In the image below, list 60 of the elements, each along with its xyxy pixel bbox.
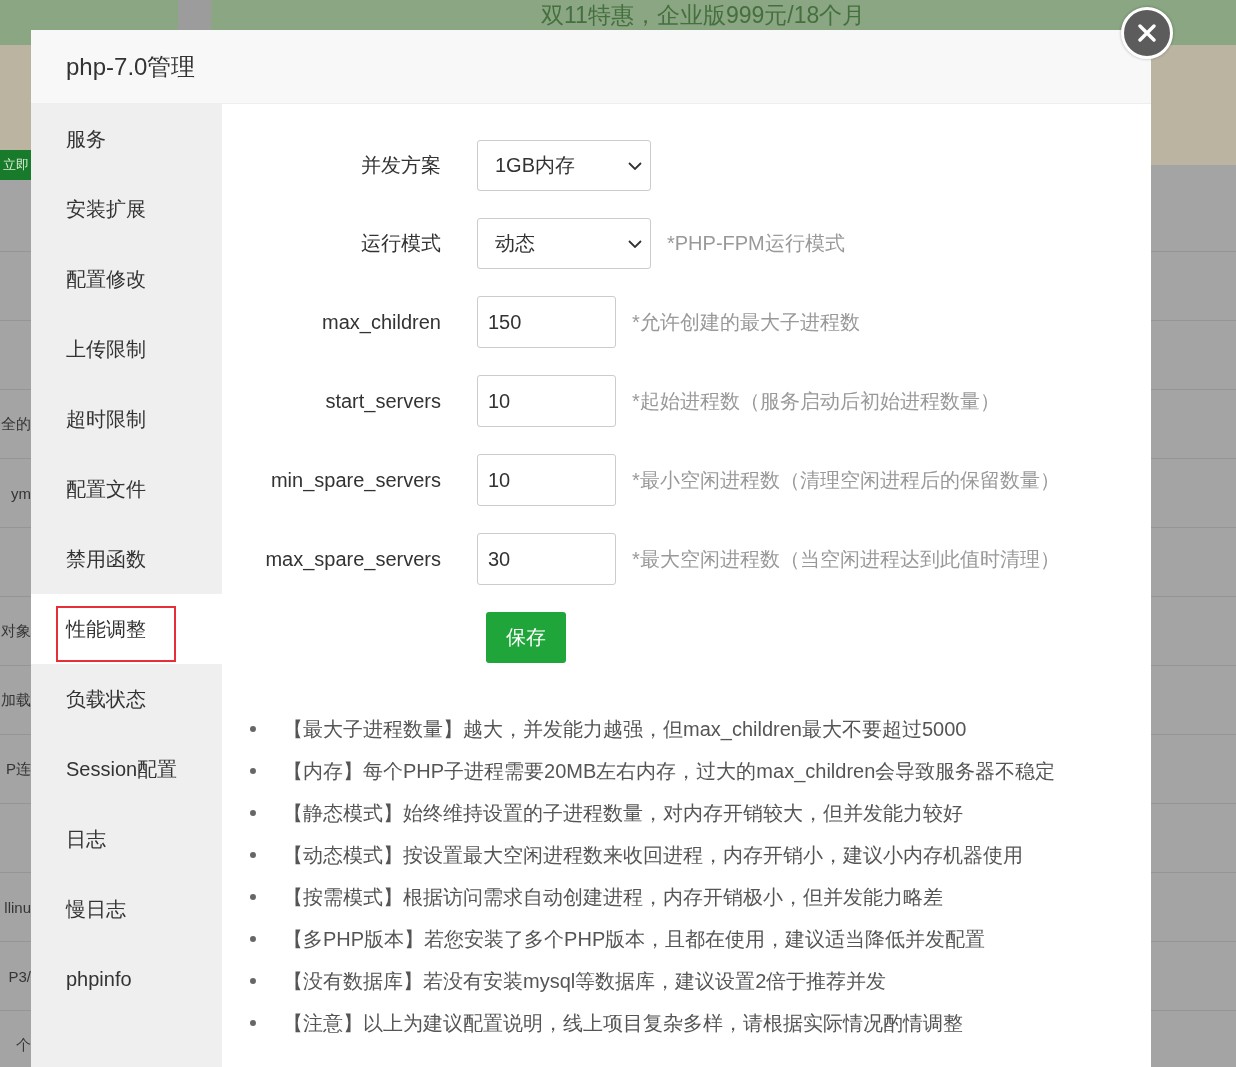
- bullet-icon: [250, 726, 256, 732]
- sidebar-item[interactable]: 配置修改: [31, 244, 222, 314]
- table-cell: 全的: [0, 414, 31, 434]
- bullet-icon: [250, 810, 256, 816]
- note-text: 【动态模式】按设置最大空闲进程数来收回进程，内存开销小，建议小内存机器使用: [283, 842, 1023, 868]
- bullet-icon: [250, 978, 256, 984]
- note-text: 【静态模式】始终维持设置的子进程数量，对内存开销较大，但并发能力较好: [283, 800, 963, 826]
- sidebar-item[interactable]: 上传限制: [31, 314, 222, 384]
- table-cell: 加载: [0, 690, 31, 710]
- sidebar-item[interactable]: 慢日志: [31, 874, 222, 944]
- field-label: max_children: [321, 310, 441, 334]
- bullet-icon: [250, 894, 256, 900]
- chevron-down-icon: [628, 161, 642, 170]
- field-hint: *起始进程数（服务启动后初始进程数量）: [632, 388, 1000, 414]
- sidebar-item[interactable]: 服务: [31, 104, 222, 174]
- field-hint: *最大空闲进程数（当空闲进程达到此值时清理）: [632, 546, 1060, 572]
- sidebar-item[interactable]: 负载状态: [31, 664, 222, 734]
- field-label: max_spare_servers: [264, 547, 441, 571]
- field-hint: *允许创建的最大子进程数: [632, 309, 860, 335]
- table-cell-text: P3/: [7, 967, 31, 985]
- table-cell-text: llinu: [3, 898, 31, 916]
- note-text: 【最大子进程数量】越大，并发能力越强，但max_children最大不要超过5000: [283, 716, 967, 743]
- note-text: 【多PHP版本】若您安装了多个PHP版本，且都在使用，建议适当降低并发配置: [283, 926, 986, 952]
- field-label: 运行模式: [360, 231, 441, 256]
- sidebar-item[interactable]: 日志: [31, 804, 222, 874]
- close-icon: [1138, 24, 1156, 42]
- sidebar-item[interactable]: Session配置: [31, 734, 222, 804]
- field-hint: *最小空闲进程数（清理空闲进程后的保留数量）: [632, 467, 1060, 493]
- note-text: 【注意】以上为建议配置说明，线上项目复杂多样，请根据实际情况酌情调整: [283, 1010, 963, 1036]
- dropdown[interactable]: 1GB内存: [477, 140, 651, 191]
- sidebar-item[interactable]: 配置文件: [31, 454, 222, 524]
- note-text: 【没有数据库】若没有安装mysql等数据库，建议设置2倍于推荐并发: [283, 968, 887, 994]
- dialog-title: php-7.0管理: [66, 51, 196, 82]
- table-cell: 对象: [0, 621, 31, 641]
- dropdown[interactable]: 动态: [477, 218, 651, 269]
- bullet-icon: [250, 1020, 256, 1026]
- table-cell-text: ym: [10, 484, 31, 502]
- field-label: 并发方案: [360, 153, 441, 178]
- note-text: 【内存】每个PHP子进程需要20MB左右内存，过大的max_children会导致服务器不稳定: [283, 758, 1056, 785]
- sidebar-item[interactable]: 安装扩展: [31, 174, 222, 244]
- bullet-icon: [250, 936, 256, 942]
- sidebar-item[interactable]: 禁用函数: [31, 524, 222, 594]
- sidebar-item[interactable]: 超时限制: [31, 384, 222, 454]
- field-hint: *PHP-FPM运行模式: [667, 231, 845, 256]
- notice-button[interactable]: 立即: [0, 150, 31, 180]
- input-field[interactable]: 10: [477, 454, 616, 506]
- sidebar-item[interactable]: 性能调整: [31, 594, 222, 664]
- table-cell-text: 个: [15, 1035, 31, 1055]
- input-field[interactable]: 10: [477, 375, 616, 427]
- bullet-icon: [250, 768, 256, 774]
- sidebar-item[interactable]: phpinfo: [31, 944, 222, 1014]
- input-field[interactable]: 150: [477, 296, 616, 348]
- field-label: min_spare_servers: [269, 468, 441, 492]
- note-text: 【按需模式】根据访问需求自动创建进程，内存开销极小，但并发能力略差: [283, 884, 943, 910]
- banner-text: 双11特惠，企业版999元/18个月: [541, 2, 866, 28]
- bullet-icon: [250, 852, 256, 858]
- table-cell-text: P连: [5, 759, 31, 779]
- field-label: start_servers: [324, 389, 441, 413]
- input-field[interactable]: 30: [477, 533, 616, 585]
- chevron-down-icon: [628, 239, 642, 248]
